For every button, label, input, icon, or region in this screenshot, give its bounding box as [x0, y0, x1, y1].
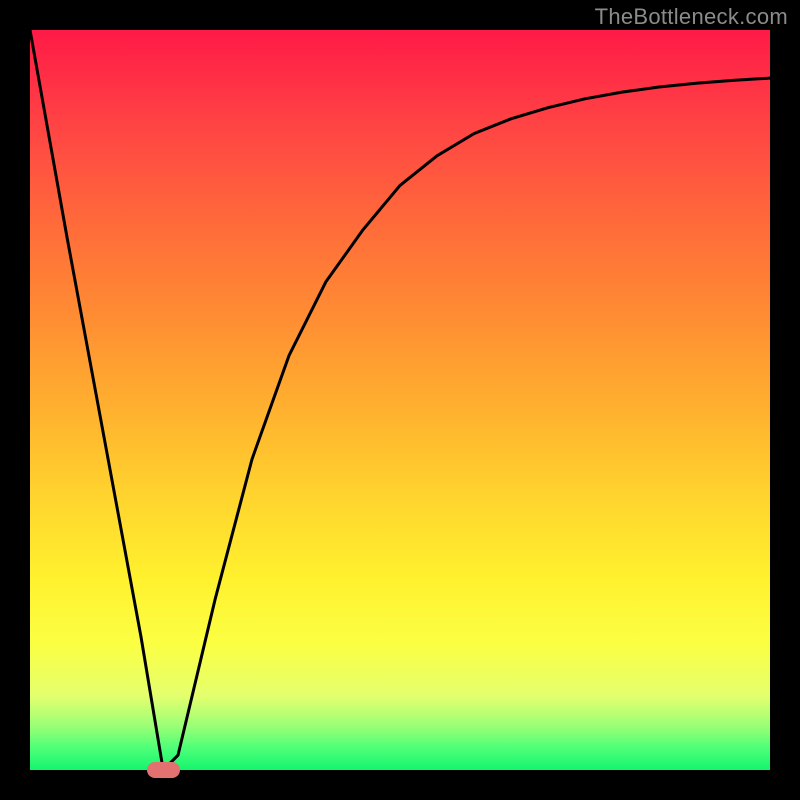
optimal-marker — [147, 762, 180, 778]
plot-area — [30, 30, 770, 770]
bottleneck-curve — [30, 30, 770, 770]
chart-frame: TheBottleneck.com — [0, 0, 800, 800]
watermark-text: TheBottleneck.com — [595, 4, 788, 30]
